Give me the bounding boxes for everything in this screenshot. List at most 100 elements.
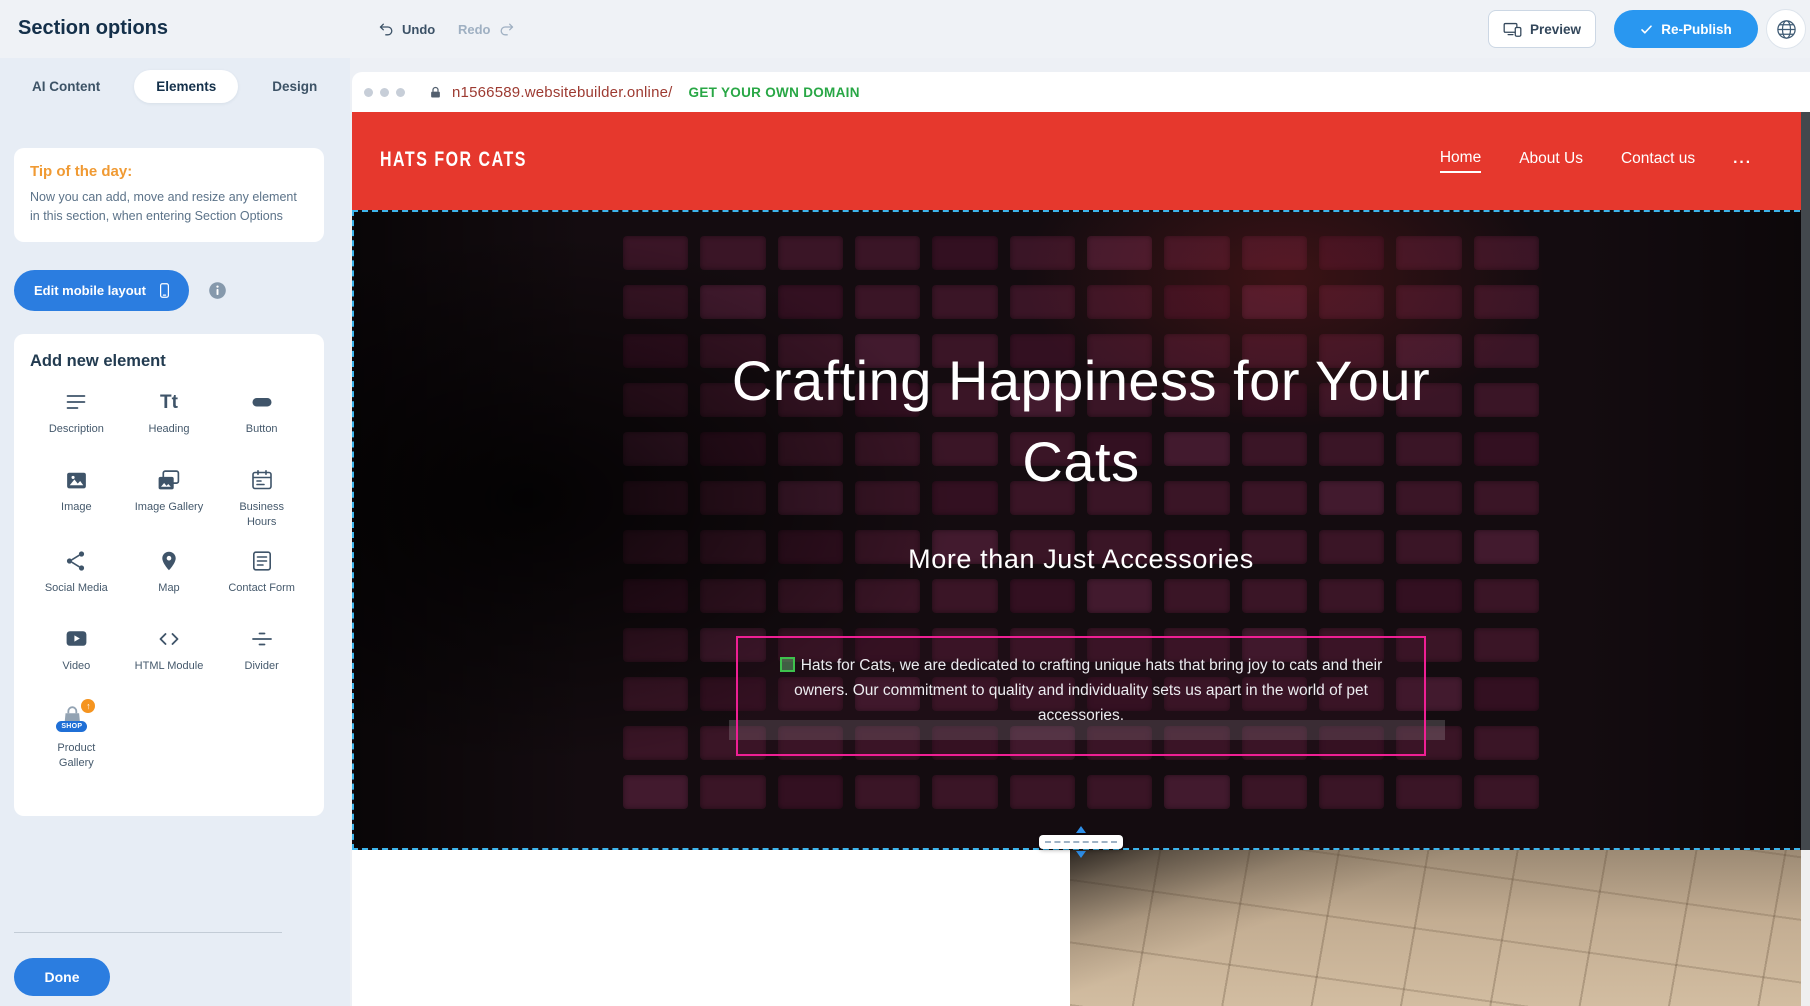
social-media-icon: [64, 546, 88, 576]
browser-bar: n1566589.websitebuilder.online/ GET YOUR…: [352, 72, 1810, 112]
edit-mobile-label: Edit mobile layout: [34, 283, 146, 298]
element-label: Heading: [149, 422, 190, 437]
selected-paragraph[interactable]: Hats for Cats, we are dedicated to craft…: [736, 636, 1426, 756]
devices-icon: [1503, 20, 1522, 39]
element-label: Description: [49, 422, 104, 437]
nav-home[interactable]: Home: [1440, 149, 1481, 173]
element-label: HTML Module: [135, 659, 204, 674]
nav-about-us[interactable]: About Us: [1519, 150, 1583, 172]
html-module-icon: [157, 624, 181, 654]
element-label: Image Gallery: [135, 500, 203, 515]
hero-heading[interactable]: Crafting Happiness for Your Cats: [354, 340, 1808, 502]
app-root: Section options Undo Redo Preview Re-Pub…: [0, 0, 1810, 1006]
site-preview: HATS FOR CATS Home About Us Contact us .…: [352, 112, 1810, 1006]
image-icon: [64, 465, 89, 495]
info-icon[interactable]: [207, 280, 228, 301]
element-html-module[interactable]: HTML Module: [123, 624, 216, 686]
upgrade-badge-icon: ↑: [81, 699, 95, 713]
resize-pill: [1039, 835, 1123, 849]
element-product-gallery[interactable]: SHOP ↑ Product Gallery: [30, 702, 123, 771]
page-title: Section options: [18, 17, 168, 40]
video-icon: [64, 624, 89, 654]
tab-design[interactable]: Design: [268, 70, 321, 103]
description-icon: [64, 387, 88, 417]
element-social-media[interactable]: Social Media: [30, 546, 123, 608]
undo-label: Undo: [402, 22, 435, 37]
element-label: Contact Form: [228, 581, 295, 596]
element-image[interactable]: Image: [30, 465, 123, 530]
window-dot: [380, 88, 389, 97]
button-icon: [250, 387, 274, 417]
language-globe-button[interactable]: [1766, 9, 1806, 49]
paragraph-text: Hats for Cats, we are dedicated to craft…: [794, 657, 1382, 724]
heading-icon: Tt: [160, 387, 178, 417]
section-resize-handle[interactable]: [1039, 826, 1123, 858]
redo-button[interactable]: Redo: [458, 0, 515, 58]
nav-contact-us[interactable]: Contact us: [1621, 150, 1695, 172]
undo-icon: [378, 21, 395, 38]
scrollbar[interactable]: [1801, 112, 1810, 1006]
done-button[interactable]: Done: [14, 958, 110, 996]
tip-card: Tip of the day: Now you can add, move an…: [14, 148, 324, 242]
scrollbar-thumb[interactable]: [1801, 112, 1810, 850]
get-domain-link[interactable]: GET YOUR OWN DOMAIN: [689, 85, 860, 100]
element-contact-form[interactable]: Contact Form: [215, 546, 308, 608]
republish-button[interactable]: Re-Publish: [1614, 10, 1758, 48]
map-pin-icon: [157, 546, 181, 576]
site-url[interactable]: n1566589.websitebuilder.online/: [452, 84, 673, 101]
undo-button[interactable]: Undo: [378, 0, 435, 58]
next-section: [352, 850, 1810, 1006]
site-nav: Home About Us Contact us ...: [1440, 149, 1752, 173]
element-description[interactable]: Description: [30, 387, 123, 449]
element-divider[interactable]: Divider: [215, 624, 308, 686]
element-label: Social Media: [45, 581, 108, 596]
hero-subheading[interactable]: More than Just Accessories: [354, 544, 1808, 575]
window-dot: [396, 88, 405, 97]
check-icon: [1640, 23, 1653, 36]
element-label: Button: [246, 422, 278, 437]
ground-image: [1070, 850, 1810, 1006]
element-label: Product Gallery: [40, 741, 112, 771]
element-label: Business Hours: [226, 500, 298, 530]
hero-section[interactable]: Crafting Happiness for Your Cats More th…: [352, 210, 1810, 850]
selection-handle[interactable]: [780, 657, 795, 672]
globe-icon: [1775, 18, 1798, 41]
divider-icon: [250, 624, 274, 654]
sidebar: AI Content Elements Design Tip of the da…: [0, 58, 350, 1006]
contact-form-icon: [250, 546, 274, 576]
tip-body: Now you can add, move and resize any ele…: [30, 188, 308, 227]
arrow-down-icon: [1076, 851, 1086, 858]
element-video[interactable]: Video: [30, 624, 123, 686]
site-header: HATS FOR CATS Home About Us Contact us .…: [352, 112, 1810, 210]
sidebar-divider: [14, 932, 282, 933]
nav-more-icon[interactable]: ...: [1733, 150, 1752, 172]
add-element-title: Add new element: [30, 352, 308, 371]
topbar: Section options Undo Redo Preview Re-Pub…: [0, 0, 1810, 58]
element-image-gallery[interactable]: Image Gallery: [123, 465, 216, 530]
element-grid: Description Tt Heading Button: [30, 387, 308, 770]
mobile-layout-row: Edit mobile layout: [14, 270, 228, 311]
site-logo[interactable]: HATS FOR CATS: [380, 149, 527, 172]
preview-button[interactable]: Preview: [1488, 10, 1596, 48]
element-heading[interactable]: Tt Heading: [123, 387, 216, 449]
republish-label: Re-Publish: [1661, 22, 1732, 37]
window-dot: [364, 88, 373, 97]
tip-title: Tip of the day:: [30, 163, 308, 180]
edit-mobile-layout-button[interactable]: Edit mobile layout: [14, 270, 189, 311]
element-business-hours[interactable]: Business Hours: [215, 465, 308, 530]
phone-icon: [156, 282, 173, 299]
element-map[interactable]: Map: [123, 546, 216, 608]
redo-label: Redo: [458, 22, 491, 37]
shop-badge: SHOP: [56, 721, 87, 732]
image-gallery-icon: [156, 465, 181, 495]
sidebar-tabs: AI Content Elements Design: [28, 70, 321, 103]
element-label: Map: [158, 581, 179, 596]
business-hours-icon: [250, 465, 274, 495]
element-button[interactable]: Button: [215, 387, 308, 449]
lock-icon: [428, 85, 443, 100]
tab-ai-content[interactable]: AI Content: [28, 70, 104, 103]
main-area: n1566589.websitebuilder.online/ GET YOUR…: [350, 58, 1810, 1006]
tab-elements[interactable]: Elements: [134, 70, 238, 103]
product-gallery-icon: SHOP ↑: [58, 702, 94, 736]
redo-icon: [498, 21, 515, 38]
